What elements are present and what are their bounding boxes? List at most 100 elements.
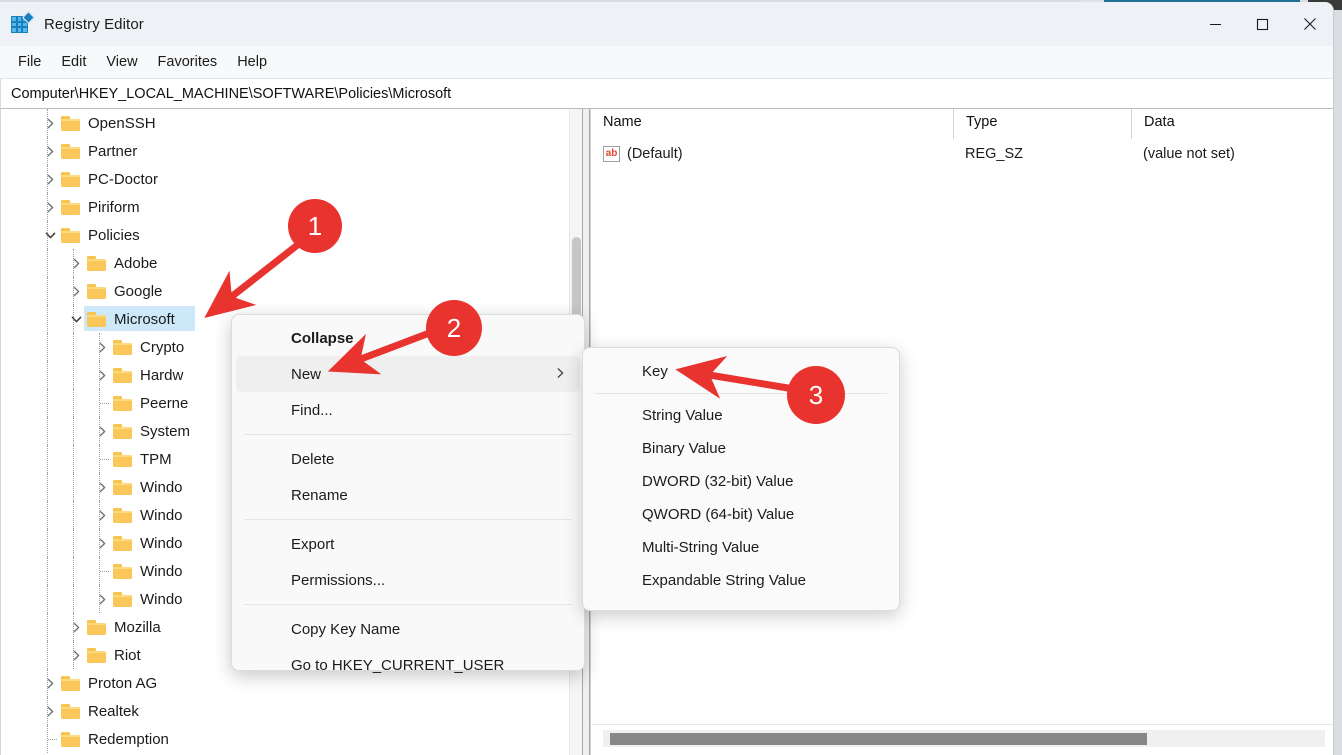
- folder-icon: [113, 591, 132, 607]
- chevron-right-icon[interactable]: [91, 482, 113, 493]
- context-menu-item-label: Delete: [291, 450, 335, 468]
- context-menu-item-find[interactable]: Find...: [236, 392, 580, 428]
- tree-item-partner[interactable]: Partner: [1, 137, 579, 165]
- menu-file[interactable]: File: [8, 50, 51, 74]
- close-icon[interactable]: [1286, 2, 1333, 46]
- chevron-right-icon[interactable]: [39, 118, 61, 129]
- context-menu-item-rename[interactable]: Rename: [236, 477, 580, 513]
- values-scrollbar-thumb[interactable]: [610, 733, 1147, 745]
- folder-icon: [113, 535, 132, 551]
- folder-icon: [61, 115, 80, 131]
- list-divider: [591, 724, 1333, 725]
- registry-editor-window: Registry Editor File Edit View Favorites…: [0, 2, 1334, 755]
- tree-item-content: PC-Doctor: [1, 170, 159, 188]
- tree-item-content: Realtek: [1, 702, 139, 720]
- tree-item-content: Windo: [1, 479, 183, 496]
- menu-help[interactable]: Help: [227, 50, 277, 74]
- column-header-type[interactable]: Type: [953, 109, 1131, 139]
- chevron-right-icon[interactable]: [91, 370, 113, 381]
- chevron-right-icon[interactable]: [91, 510, 113, 521]
- window-controls: [1192, 2, 1333, 46]
- tree-item-content: OpenSSH: [1, 115, 156, 132]
- submenu-item-string-value[interactable]: String Value: [587, 399, 895, 432]
- tree-item-label: System: [140, 422, 191, 440]
- values-horizontal-scrollbar[interactable]: [603, 730, 1325, 747]
- submenu-item-multi-string-value[interactable]: Multi-String Value: [587, 531, 895, 564]
- tree-item-label: Windo: [140, 590, 183, 608]
- registry-editor-icon: [11, 11, 35, 35]
- context-menu-item-delete[interactable]: Delete: [236, 441, 580, 477]
- submenu-item-key[interactable]: Key: [587, 355, 895, 388]
- folder-icon: [87, 283, 106, 299]
- submenu-item-label: Expandable String Value: [642, 572, 807, 589]
- tree-item-adobe[interactable]: Adobe: [1, 249, 579, 277]
- tree-item-content: Windo: [1, 535, 183, 552]
- tree-item-openssh[interactable]: OpenSSH: [1, 109, 579, 137]
- column-header-name[interactable]: Name: [591, 109, 953, 139]
- tree-item-label: PC-Doctor: [88, 170, 159, 188]
- chevron-right-icon[interactable]: [65, 258, 87, 269]
- submenu-item-label: QWORD (64-bit) Value: [642, 506, 795, 523]
- address-bar[interactable]: Computer\HKEY_LOCAL_MACHINE\SOFTWARE\Pol…: [0, 79, 1333, 109]
- submenu-item-binary-value[interactable]: Binary Value: [587, 432, 895, 465]
- menu-view[interactable]: View: [96, 50, 147, 74]
- tree-item-label: Partner: [88, 142, 138, 160]
- submenu-item-label: Binary Value: [642, 440, 726, 457]
- column-header-data[interactable]: Data: [1131, 109, 1333, 139]
- context-menu-item-new[interactable]: New: [236, 356, 580, 392]
- chevron-right-icon[interactable]: [39, 146, 61, 157]
- annotation-badge-2: 2: [426, 300, 482, 356]
- folder-icon: [87, 311, 106, 327]
- context-menu-item-permissions[interactable]: Permissions...: [236, 562, 580, 598]
- context-menu: Collapse New Find... Delete Rename Export Perm…: [231, 314, 585, 674]
- tree-item-pc-doctor[interactable]: PC-Doctor: [1, 165, 579, 193]
- chevron-right-icon[interactable]: [65, 286, 87, 297]
- folder-icon: [113, 395, 132, 411]
- tree-item-label: Realtek: [88, 702, 139, 720]
- chevron-right-icon[interactable]: [91, 538, 113, 549]
- minimize-icon[interactable]: [1192, 2, 1239, 46]
- tree-item-label: Mozilla: [114, 618, 161, 636]
- folder-icon: [113, 451, 132, 467]
- tree-item-content: System: [1, 422, 191, 440]
- chevron-right-icon[interactable]: [91, 426, 113, 437]
- menu-favorites[interactable]: Favorites: [148, 50, 228, 74]
- chevron-right-icon[interactable]: [39, 202, 61, 213]
- tree-item-content: Windo: [1, 563, 183, 580]
- chevron-right-icon[interactable]: [91, 594, 113, 605]
- chevron-right-icon[interactable]: [65, 622, 87, 633]
- tree-item-google[interactable]: Google: [1, 277, 579, 305]
- tree-item-content: Riot: [1, 646, 141, 664]
- tree-item-content: Piriform: [1, 199, 140, 216]
- chevron-right-icon[interactable]: [65, 650, 87, 661]
- submenu-item-dword-32-bit-value[interactable]: DWORD (32-bit) Value: [587, 465, 895, 498]
- menu-edit[interactable]: Edit: [51, 50, 96, 74]
- context-menu-item-go-to-hkey-current-user[interactable]: Go to HKEY_CURRENT_USER: [236, 647, 580, 683]
- chevron-down-icon[interactable]: [65, 314, 87, 325]
- chevron-right-icon: [555, 366, 566, 383]
- tree-item-content: Microsoft: [1, 311, 175, 328]
- folder-icon: [61, 143, 80, 159]
- chevron-right-icon[interactable]: [91, 342, 113, 353]
- table-row[interactable]: ab (Default) REG_SZ (value not set): [591, 139, 1333, 169]
- maximize-icon[interactable]: [1239, 2, 1286, 46]
- chevron-right-icon[interactable]: [39, 678, 61, 689]
- chevron-down-icon[interactable]: [39, 230, 61, 241]
- submenu-item-expandable-string-value[interactable]: Expandable String Value: [587, 564, 895, 597]
- tree-item-redemption[interactable]: Redemption: [1, 725, 579, 753]
- submenu-item-qword-64-bit-value[interactable]: QWORD (64-bit) Value: [587, 498, 895, 531]
- context-menu-item-label: Permissions...: [291, 571, 386, 589]
- tree-item-label: Riot: [114, 646, 141, 664]
- context-menu-item-export[interactable]: Export: [236, 526, 580, 562]
- folder-icon: [87, 619, 106, 635]
- context-menu-item-label: Go to HKEY_CURRENT_USER: [291, 656, 505, 674]
- context-menu-item-collapse[interactable]: Collapse: [236, 320, 580, 356]
- chevron-right-icon[interactable]: [39, 174, 61, 185]
- chevron-right-icon[interactable]: [39, 706, 61, 717]
- tree-item-realtek[interactable]: Realtek: [1, 697, 579, 725]
- tree-item-label: TPM: [140, 450, 172, 468]
- value-name-text: (Default): [627, 146, 683, 162]
- submenu-item-label: Multi-String Value: [642, 539, 760, 556]
- tree-item-content: Windo: [1, 507, 183, 524]
- context-menu-item-copy-key-name[interactable]: Copy Key Name: [236, 611, 580, 647]
